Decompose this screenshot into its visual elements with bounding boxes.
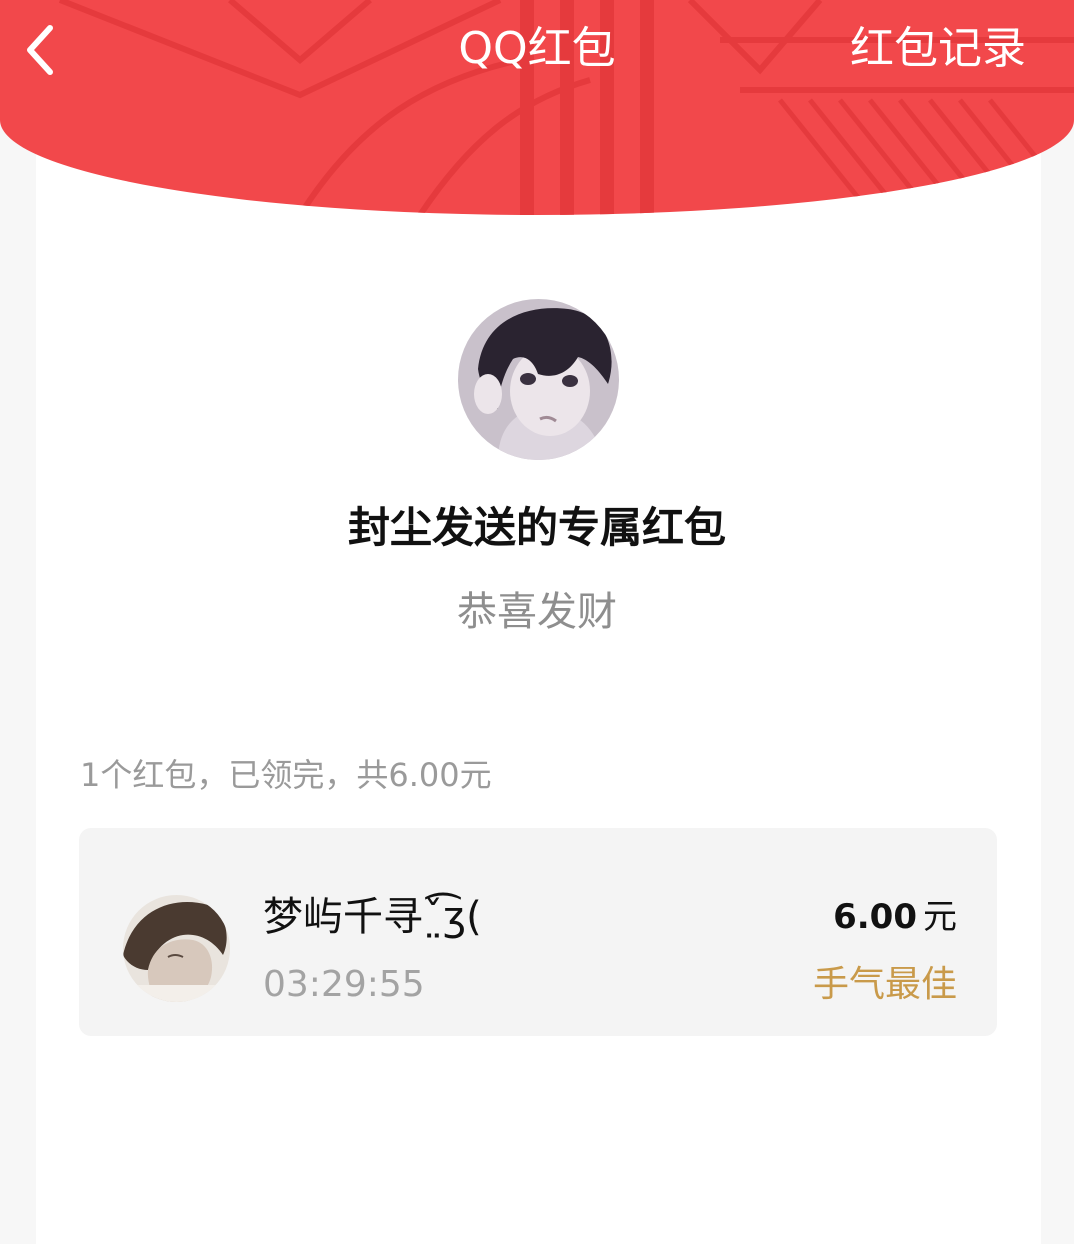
best-luck-badge: 手气最佳 [812,964,957,1005]
sender-avatar-image [458,299,619,460]
red-packet-records-link[interactable]: 红包记录 [850,18,1026,80]
red-packet-title: 封尘发送的专属红包 [347,503,726,552]
receiver-record-row[interactable]: 梦屿千寻ˇ̤͡ʒ( 03:29:55 6.00 元 手气最佳 [79,828,997,1036]
amount-value: 6.00 [833,897,917,937]
amount-unit: 元 [923,897,957,937]
receive-time: 03:29:55 [263,964,425,1005]
receiver-avatar-image [123,895,230,1002]
blessing-text: 恭喜发财 [457,589,617,635]
receiver-avatar[interactable] [123,895,230,1002]
sender-avatar[interactable] [458,299,619,460]
received-amount: 6.00 元 [833,892,957,948]
receiver-name: 梦屿千寻ˇ̤͡ʒ( [263,894,482,940]
packet-summary: 1个红包，已领完，共6.00元 [80,756,492,794]
